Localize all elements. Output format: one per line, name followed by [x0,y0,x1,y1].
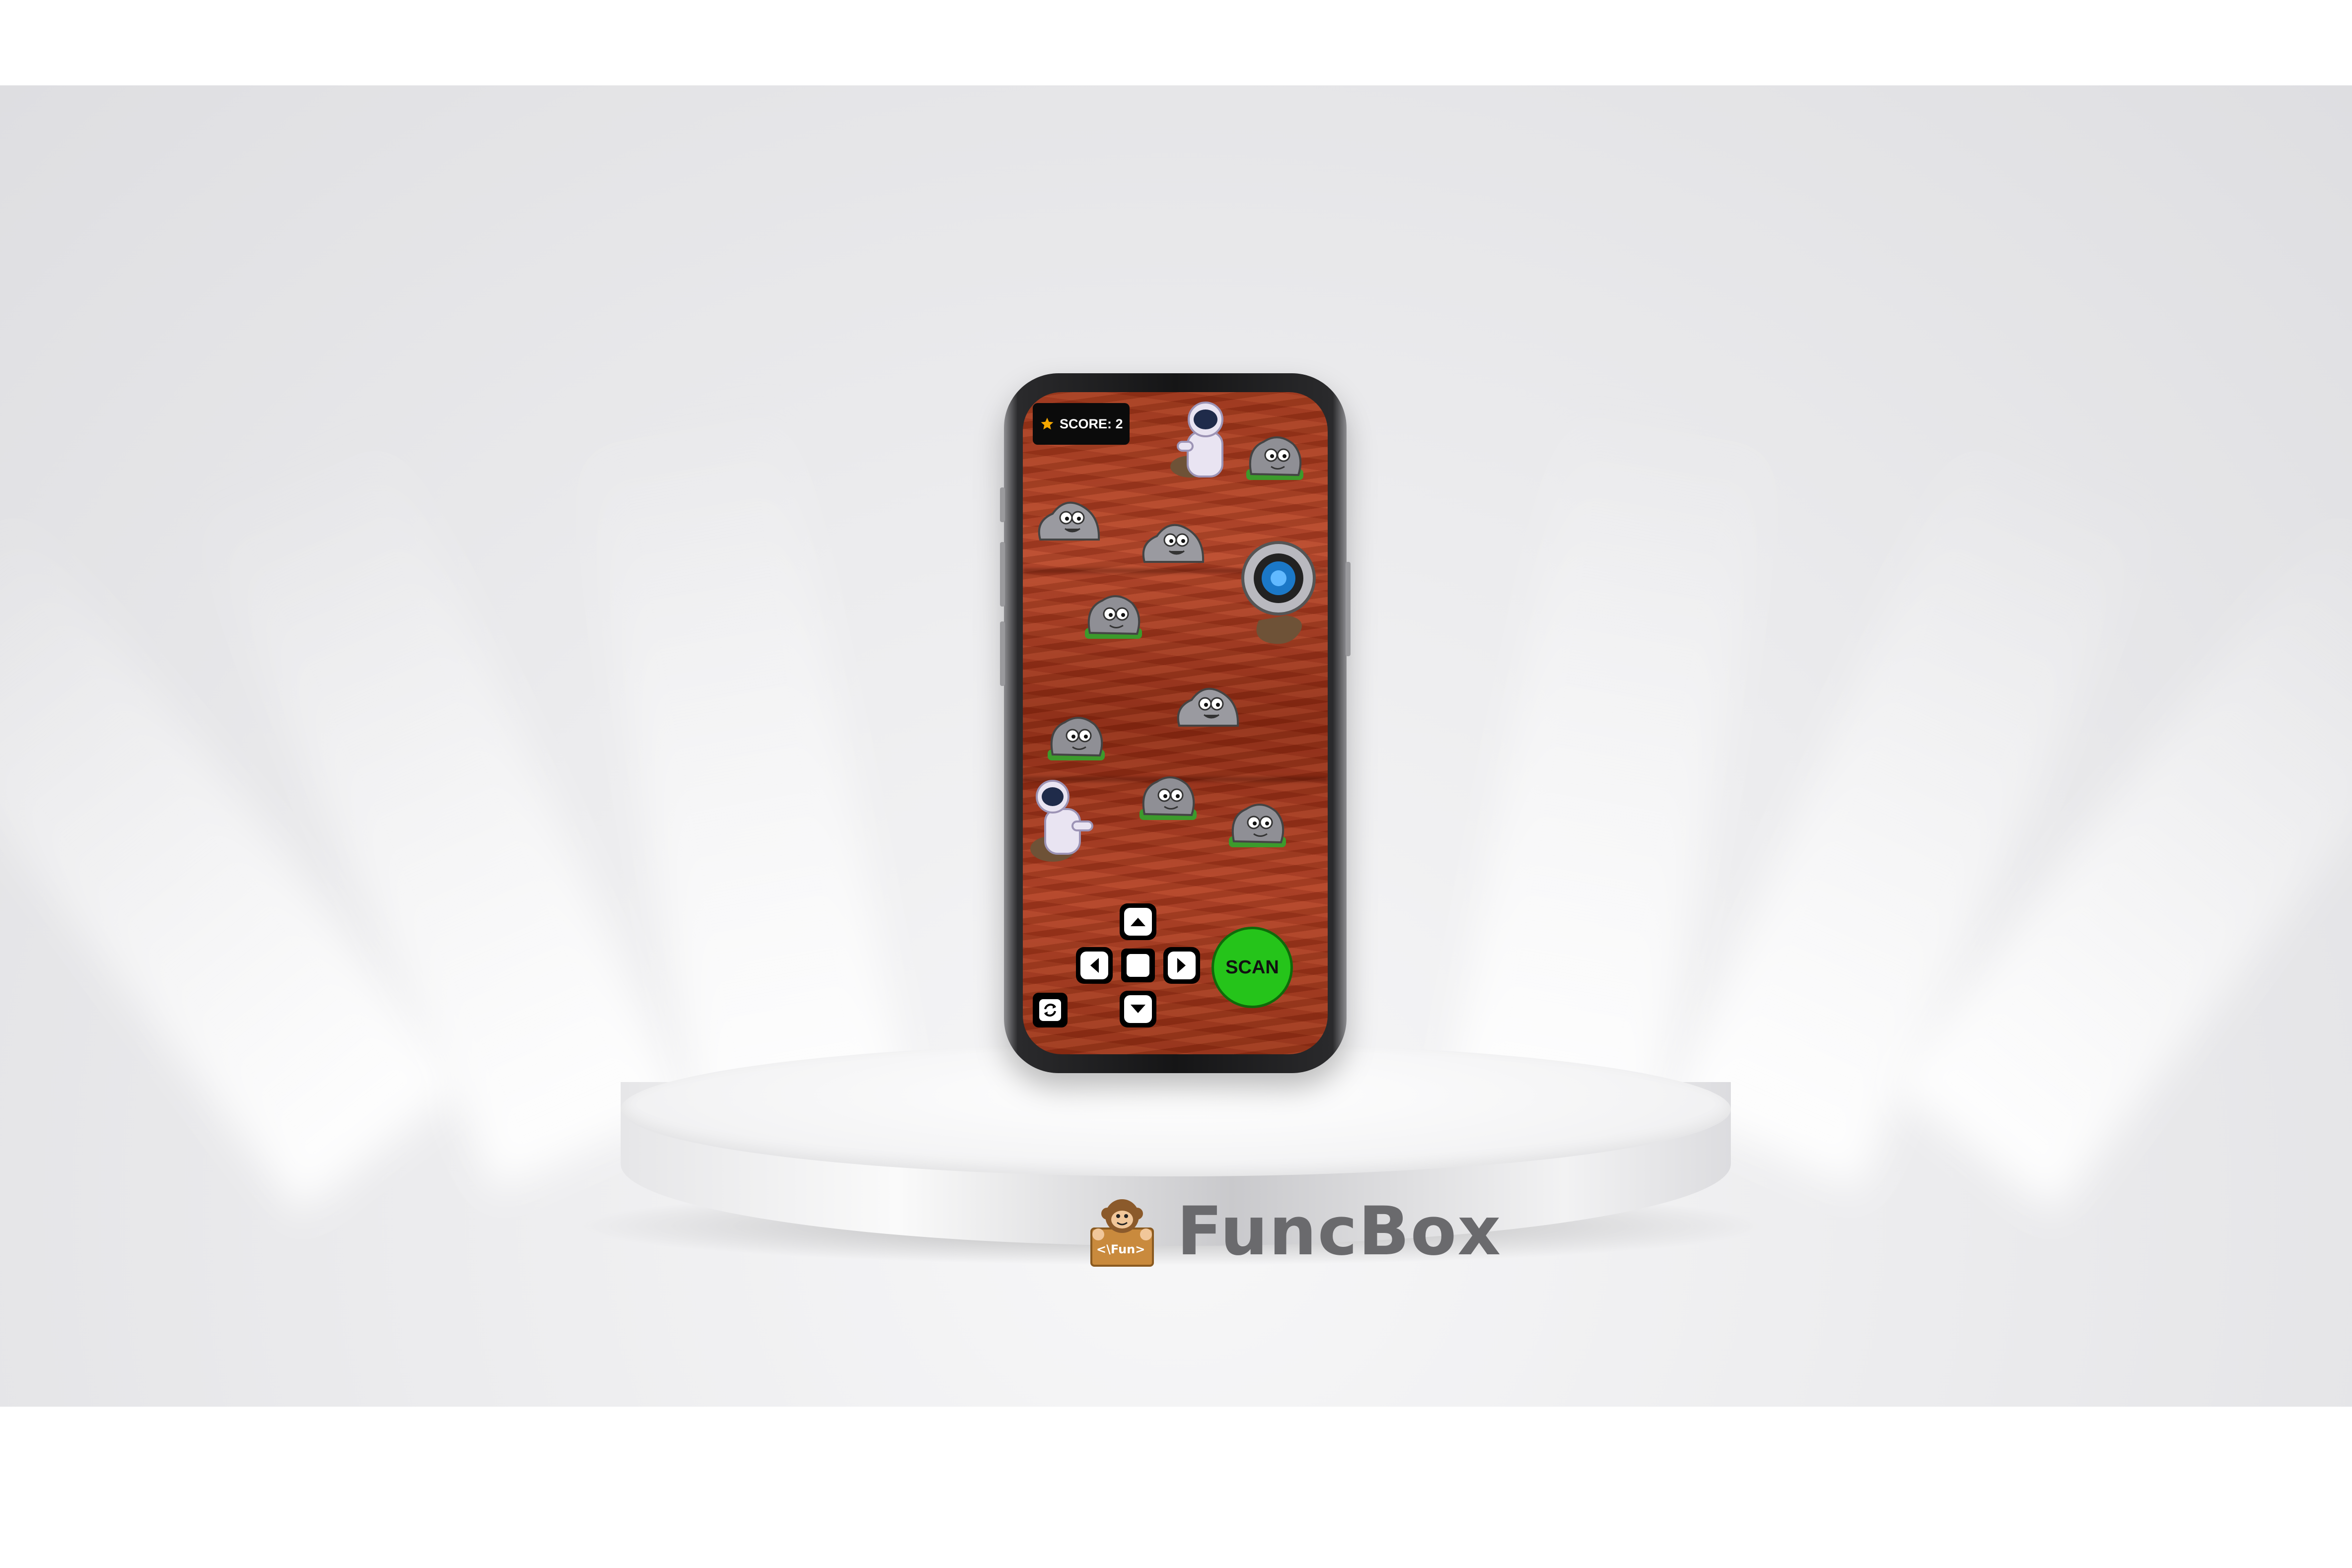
monkey-box-logo: <\Fun> [1087,1194,1157,1268]
astronaut-icon [1163,397,1237,488]
logo-box-text: <\Fun> [1096,1242,1145,1256]
center-button[interactable] [1121,949,1155,982]
score-panel: SCORE: 2 [1033,403,1130,445]
phone-volume-up [1000,542,1005,607]
move-down-button[interactable] [1120,991,1156,1027]
rock-icon [1174,680,1244,732]
move-right-button[interactable] [1163,947,1200,984]
restart-button[interactable] [1033,993,1068,1027]
phone-volume-down [1000,621,1005,686]
rock-icon [1140,516,1209,568]
arrow-up-icon [1131,918,1145,926]
phone-mute-switch [1000,487,1005,522]
rock-icon [1137,769,1199,826]
arrow-right-icon [1177,958,1186,973]
star-icon [1041,417,1054,430]
scanner-drone-icon [1231,536,1316,652]
rock-icon [1244,429,1306,486]
rock-icon [1045,710,1107,766]
direction-pad [1076,903,1200,1027]
move-up-button[interactable] [1120,903,1156,940]
arrow-down-icon [1131,1005,1145,1013]
arrow-left-icon [1090,958,1099,973]
move-left-button[interactable] [1076,947,1113,984]
rock-icon [1082,588,1144,645]
phone-mockup: SCORE: 2 SCAN [1000,373,1351,1073]
astronaut-icon [1025,774,1100,871]
game-screen[interactable]: SCORE: 2 SCAN [1023,392,1328,1054]
rock-icon [1226,797,1288,853]
brand-logo-lockup: <\Fun> FuncBox [1087,1189,1501,1273]
refresh-icon [1039,999,1061,1021]
brand-name: FuncBox [1177,1192,1502,1270]
score-text: SCORE: 2 [1060,416,1123,431]
phone-power-button [1346,562,1351,656]
scan-button[interactable]: SCAN [1212,927,1293,1008]
rock-icon [1035,494,1105,545]
